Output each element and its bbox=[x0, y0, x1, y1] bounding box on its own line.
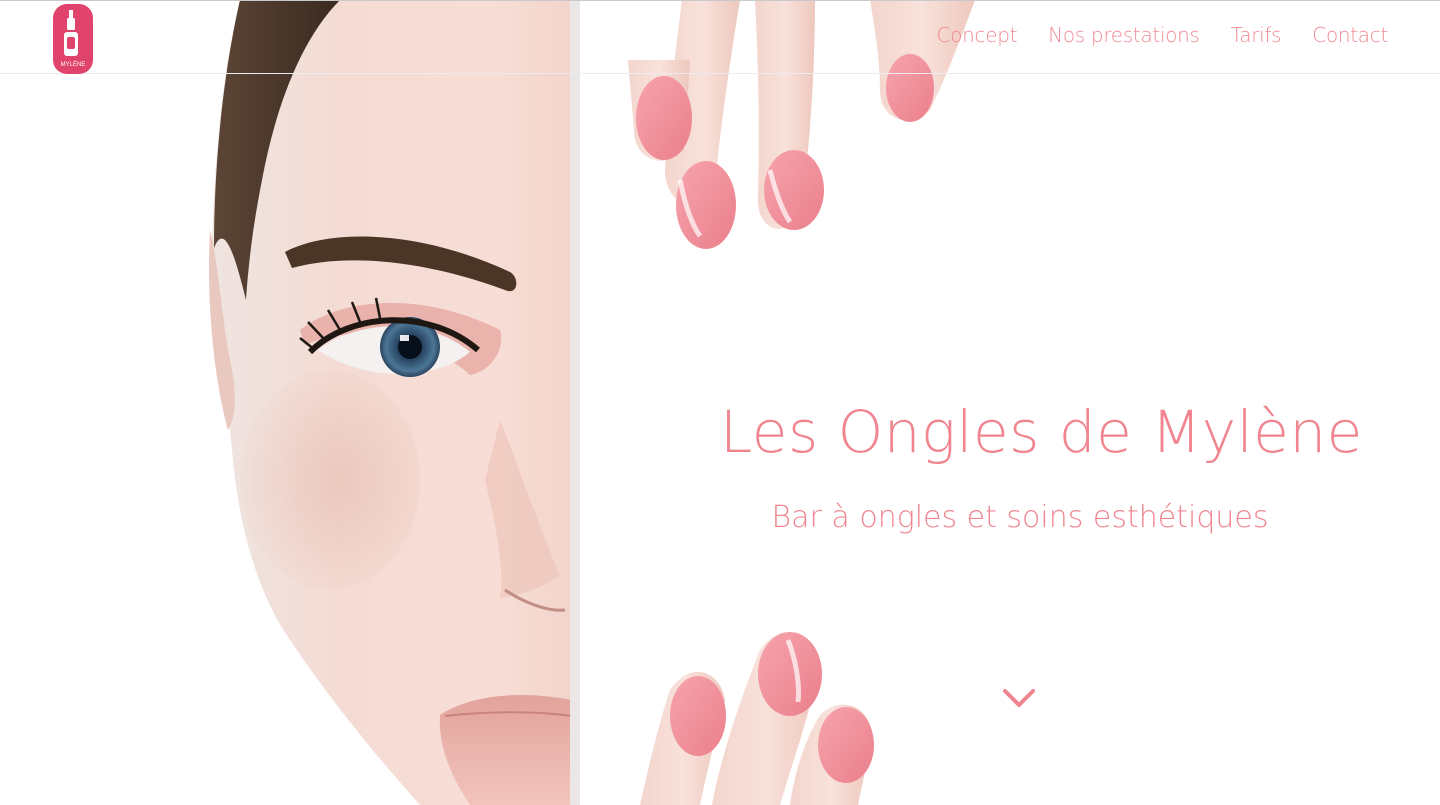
svg-text:MYLÈNE: MYLÈNE bbox=[61, 61, 86, 68]
chevron-down-icon[interactable] bbox=[1000, 683, 1038, 713]
top-navbar: MYLÈNE Concept Nos prestations Tarifs Co… bbox=[0, 0, 1440, 74]
hero-title: Les Ongles de Mylène bbox=[720, 398, 1363, 466]
nail-polish-logo-icon: MYLÈNE bbox=[61, 10, 86, 68]
hero-subtitle: Bar à ongles et soins esthétiques bbox=[771, 500, 1269, 535]
nav-link-tarifs[interactable]: Tarifs bbox=[1231, 23, 1282, 47]
nav-link-nos-prestations[interactable]: Nos prestations bbox=[1048, 23, 1200, 47]
nav-link-contact[interactable]: Contact bbox=[1312, 23, 1388, 47]
nav-link-concept[interactable]: Concept bbox=[937, 23, 1018, 47]
main-nav: Concept Nos prestations Tarifs Contact bbox=[937, 23, 1389, 47]
brand-logo[interactable]: MYLÈNE bbox=[53, 4, 93, 74]
